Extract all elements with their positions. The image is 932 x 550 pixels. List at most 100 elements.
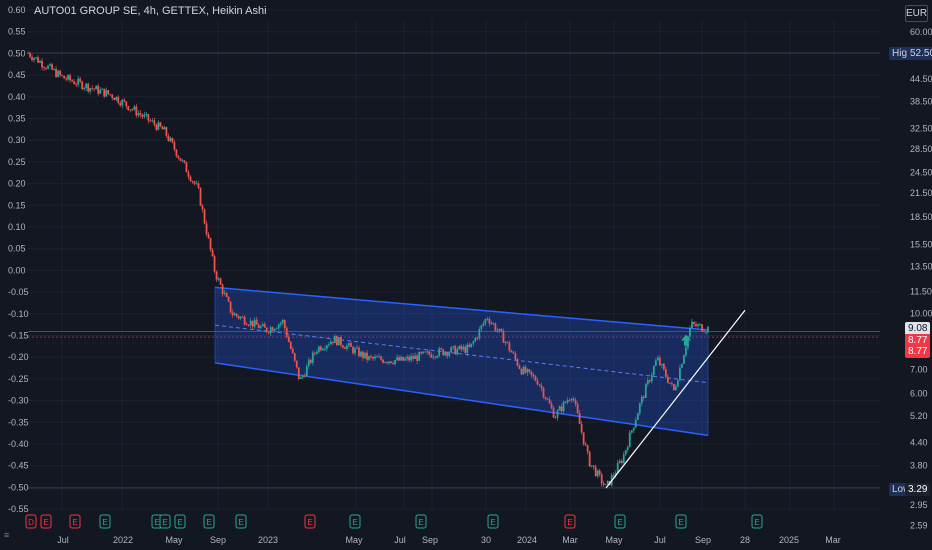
candle xyxy=(153,120,156,125)
candle xyxy=(668,382,671,384)
candle xyxy=(285,327,288,337)
candle xyxy=(408,356,411,361)
x-axis-tick: Mar xyxy=(825,535,841,545)
candle xyxy=(562,401,565,412)
candle xyxy=(265,327,268,333)
candle xyxy=(237,315,240,319)
candle xyxy=(313,352,316,354)
right-axis-tick: 7.00 xyxy=(910,364,928,374)
x-axis-tick: Jul xyxy=(57,535,69,545)
event-marker[interactable]: D xyxy=(25,514,37,529)
event-letter: E xyxy=(154,518,159,527)
event-marker[interactable]: E xyxy=(174,514,186,529)
candle xyxy=(43,67,45,69)
candle xyxy=(305,366,308,377)
event-marker[interactable]: E xyxy=(40,514,52,529)
candle xyxy=(654,360,657,366)
x-axis-tick: 28 xyxy=(740,535,750,545)
candle xyxy=(99,89,102,94)
event-marker[interactable]: E xyxy=(349,514,361,529)
candle xyxy=(685,347,687,356)
right-axis-tick: 21.50 xyxy=(910,188,932,198)
event-marker[interactable]: E xyxy=(751,514,763,529)
candle xyxy=(546,398,549,400)
candle xyxy=(677,380,679,387)
candle xyxy=(476,337,479,339)
candle xyxy=(127,106,130,111)
event-marker[interactable]: E xyxy=(203,514,215,529)
candle xyxy=(622,454,625,463)
candle xyxy=(697,324,699,327)
candle xyxy=(77,78,80,85)
candle xyxy=(695,324,697,327)
candle xyxy=(510,350,513,353)
candle xyxy=(574,400,577,404)
candle xyxy=(167,135,170,141)
candle xyxy=(444,352,447,356)
candle xyxy=(327,344,330,346)
candle xyxy=(432,356,435,358)
event-marker[interactable]: E xyxy=(564,514,576,529)
candle xyxy=(474,337,477,342)
candle xyxy=(660,364,663,366)
left-axis-tick: -0.30 xyxy=(8,396,29,406)
event-marker[interactable]: E xyxy=(614,514,626,529)
candle xyxy=(117,96,120,104)
candle xyxy=(35,57,37,59)
candle xyxy=(524,366,527,373)
candle xyxy=(275,328,278,330)
candle xyxy=(67,75,70,80)
x-axis-tick: May xyxy=(605,535,623,545)
event-marker[interactable]: E xyxy=(675,514,687,529)
event-marker[interactable]: E xyxy=(487,514,499,529)
event-marker[interactable]: E xyxy=(304,514,316,529)
candle xyxy=(412,356,415,359)
candle xyxy=(586,445,589,452)
candle xyxy=(115,96,118,101)
event-marker[interactable]: E xyxy=(159,514,171,529)
candle xyxy=(689,328,691,337)
candle xyxy=(27,53,29,54)
candle xyxy=(255,319,258,325)
candle xyxy=(83,87,86,90)
candle xyxy=(75,84,78,85)
candle xyxy=(201,205,204,210)
candle xyxy=(378,356,380,358)
candle xyxy=(342,345,344,348)
candle xyxy=(554,417,557,419)
candle xyxy=(273,328,276,331)
candle xyxy=(187,172,190,177)
event-marker[interactable]: E xyxy=(99,514,111,529)
candle xyxy=(33,58,35,60)
candle xyxy=(179,158,182,161)
candle xyxy=(55,69,57,78)
candle xyxy=(392,363,394,365)
candle xyxy=(61,74,64,76)
currency-button[interactable]: EUR xyxy=(905,5,928,22)
candle xyxy=(426,351,429,353)
candle xyxy=(630,430,633,433)
left-axis-tick: 0.00 xyxy=(8,265,26,275)
event-marker[interactable]: E xyxy=(69,514,81,529)
candle xyxy=(85,83,88,88)
candle xyxy=(380,356,382,360)
candle xyxy=(207,234,210,239)
candle xyxy=(484,319,487,324)
left-axis-tick: -0.20 xyxy=(8,352,29,362)
candle xyxy=(592,465,595,467)
candle xyxy=(283,319,286,328)
candle xyxy=(372,356,374,359)
candle xyxy=(91,87,94,89)
event-marker[interactable]: E xyxy=(415,514,427,529)
candle xyxy=(560,406,563,412)
candle xyxy=(131,109,134,111)
candle xyxy=(195,183,198,185)
candle xyxy=(221,284,224,294)
left-axis-tick: -0.55 xyxy=(8,504,29,514)
candle xyxy=(169,138,172,141)
candle xyxy=(325,345,328,349)
price-chart[interactable]: 0.60 0.55 0.50 0.45 0.40 0.35 0.30 0.25 0.20 0.15… xyxy=(0,0,932,550)
candle xyxy=(386,362,388,363)
event-marker[interactable]: E xyxy=(235,514,247,529)
candle xyxy=(329,341,332,345)
